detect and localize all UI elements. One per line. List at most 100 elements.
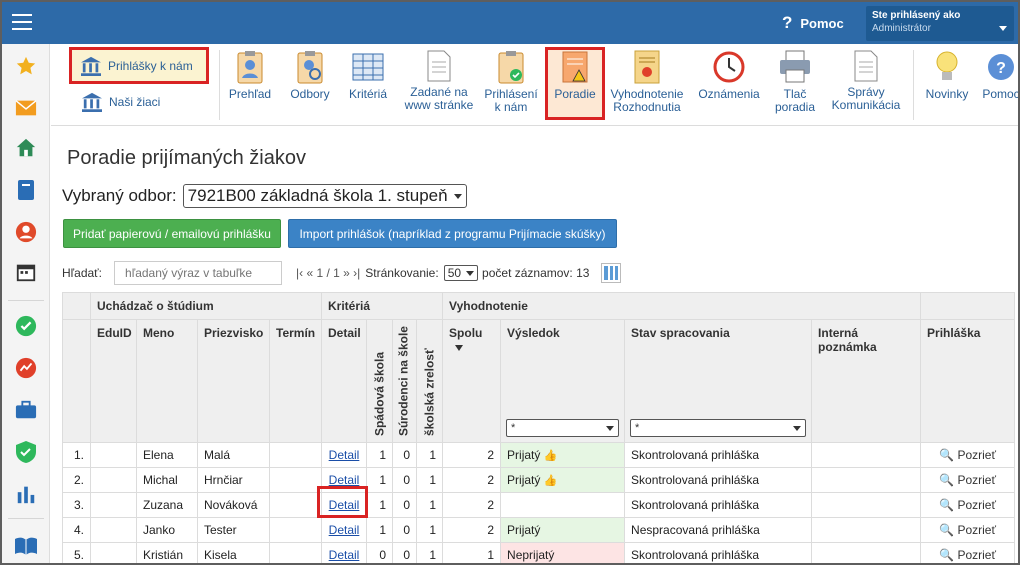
star-icon[interactable] <box>14 54 38 78</box>
view-link[interactable]: 🔍 Pozrieť <box>939 498 996 512</box>
kriteria-button[interactable]: Kritériá <box>343 50 393 101</box>
zadane-button[interactable]: Zadané na www stránke <box>403 50 475 112</box>
bar-chart-icon[interactable] <box>14 482 38 506</box>
cell-eduid <box>90 542 137 563</box>
novinky-button[interactable]: Novinky <box>921 50 973 101</box>
shield-icon[interactable] <box>14 440 38 464</box>
help-circle-icon: ? <box>988 54 1014 80</box>
cell-vysledok: Prijatý 👍 <box>500 442 626 469</box>
poradie-button[interactable]: Poradie <box>548 50 602 101</box>
poradie-label: Poradie <box>554 87 596 101</box>
cell-zrelost: 1 <box>415 492 444 519</box>
search-input[interactable] <box>114 261 283 285</box>
user-icon[interactable] <box>14 220 38 244</box>
tlac-button[interactable]: Tlač poradia <box>769 50 821 114</box>
cell-meno: Kristián <box>136 542 198 563</box>
col-priezvisko[interactable]: Priezvisko <box>197 318 270 444</box>
row-number: 5. <box>62 542 91 563</box>
home-icon[interactable] <box>14 136 38 160</box>
view-link[interactable]: 🔍 Pozrieť <box>939 448 996 462</box>
cell-priezvisko: Tester <box>197 517 270 544</box>
view-link[interactable]: 🔍 Pozrieť <box>939 523 996 537</box>
nasi-ziaci-button[interactable]: Naši žiaci <box>81 92 160 112</box>
cell-zrelost: 1 <box>415 517 444 544</box>
odbory-label: Odbory <box>290 87 330 101</box>
book-icon[interactable] <box>14 178 38 202</box>
cell-stav: Skontrolovaná prihláška <box>624 492 813 519</box>
vysledok-value: Prijatý <box>507 473 541 488</box>
detail-link[interactable]: Detail <box>329 473 360 487</box>
record-count: počet záznamov: 13 <box>482 266 590 280</box>
menu-icon[interactable] <box>12 14 32 30</box>
mail-icon[interactable] <box>14 96 38 120</box>
cell-termin <box>269 517 322 544</box>
prihlasky-k-nam-button[interactable]: Prihlášky k nám <box>69 47 209 84</box>
thumb-icon: 👍 <box>543 450 558 463</box>
view-link[interactable]: 🔍 Pozrieť <box>939 473 996 487</box>
col-surodenci[interactable]: Súrodenci na škole <box>392 319 417 443</box>
view-label: Pozrieť <box>957 523 996 538</box>
col-termin[interactable]: Termín <box>269 318 322 444</box>
view-link[interactable]: 🔍 Pozrieť <box>939 548 996 562</box>
document-icon <box>427 50 451 82</box>
col-meno[interactable]: Meno <box>136 318 198 444</box>
table-row: 1. Elena Malá Detail 1 0 1 2 Prijatý 👍 Skontrolov… <box>62 442 1016 469</box>
tlac-label-1: Tlač <box>783 87 807 101</box>
sort-desc-icon <box>455 345 464 351</box>
cell-vysledok <box>500 492 626 519</box>
cell-spolu: 2 <box>442 442 502 469</box>
col-spolu[interactable]: Spolu <box>442 318 502 444</box>
col-spadova[interactable]: Spádová škola <box>366 319 393 443</box>
cell-eduid <box>90 442 137 469</box>
odbory-button[interactable]: Odbory <box>285 50 335 101</box>
col-poznamka[interactable]: Interná poznámka <box>811 318 922 444</box>
spravy-button[interactable]: Správy Komunikácia <box>829 50 903 112</box>
reading-icon[interactable] <box>14 534 38 558</box>
cell-meno: Elena <box>136 442 198 469</box>
pomoc-button[interactable]: ? Pomoc <box>981 50 1018 101</box>
cell-priezvisko: Nováková <box>197 492 270 519</box>
vysledok-filter[interactable]: * <box>506 419 620 438</box>
detail-link[interactable]: Detail <box>329 523 360 537</box>
col-zrelost[interactable]: školská zrelosť <box>416 319 443 443</box>
cell-eduid <box>90 467 137 494</box>
prehlad-button[interactable]: Prehľad <box>225 50 275 101</box>
columns-icon[interactable] <box>601 263 622 283</box>
help-link[interactable]: ? Pomoc <box>782 13 844 33</box>
col-vysledok[interactable]: Výsledok * <box>500 318 626 444</box>
odbor-label: Vybraný odbor: <box>62 186 177 205</box>
sidebar <box>2 44 50 563</box>
clipboard-check-icon <box>498 51 524 84</box>
cell-detail: Detail <box>321 517 367 544</box>
detail-link[interactable]: Detail <box>329 548 360 562</box>
import-applications-button[interactable]: Import prihlášok (napríklad z programu P… <box>288 219 617 248</box>
vyhodnotenie-button[interactable]: Vyhodnotenie Rozhodnutia <box>607 50 687 114</box>
pager[interactable]: |‹ « 1 / 1 » ›| <box>296 266 360 280</box>
lightbulb-icon <box>936 51 958 80</box>
page-size-select[interactable]: 50 <box>443 265 479 281</box>
check-icon[interactable] <box>14 314 38 338</box>
row-number: 1. <box>62 442 91 469</box>
briefcase-icon[interactable] <box>14 398 38 422</box>
vyhodnotenie-label-2: Rozhodnutia <box>613 100 681 114</box>
col-stav[interactable]: Stav spracovania * <box>624 318 813 444</box>
table-row: 3. Zuzana Nováková Detail 1 0 1 2 Skontrolovaná … <box>62 492 1016 519</box>
user-menu[interactable]: Ste prihlásený ako Administrátor <box>866 6 1014 41</box>
add-application-button[interactable]: Pridať papierovú / emailovú prihlášku <box>63 219 281 248</box>
question-icon: ? <box>782 13 793 32</box>
stav-filter[interactable]: * <box>630 419 807 438</box>
calendar-icon[interactable] <box>14 260 38 284</box>
oznamenia-label: Oznámenia <box>698 87 760 101</box>
zadane-label-1: Zadané na <box>410 85 468 99</box>
odbor-select[interactable]: 7921B00 základná škola 1. stupeň <box>182 184 467 208</box>
cell-prihlaska: 🔍 Pozrieť <box>920 517 1016 544</box>
novinky-label: Novinky <box>925 87 969 101</box>
col-eduid[interactable]: EduID <box>90 318 137 444</box>
chart-icon[interactable] <box>14 356 38 380</box>
detail-link[interactable]: Detail <box>329 448 360 462</box>
prihlaseni-button[interactable]: Prihlásení k nám <box>483 50 539 114</box>
oznamenia-button[interactable]: Oznámenia <box>695 50 763 101</box>
tlac-label-2: poradia <box>774 100 816 114</box>
prihlaseni-label-1: Prihlásení <box>484 87 538 101</box>
search-icon: 🔍 <box>939 548 955 563</box>
